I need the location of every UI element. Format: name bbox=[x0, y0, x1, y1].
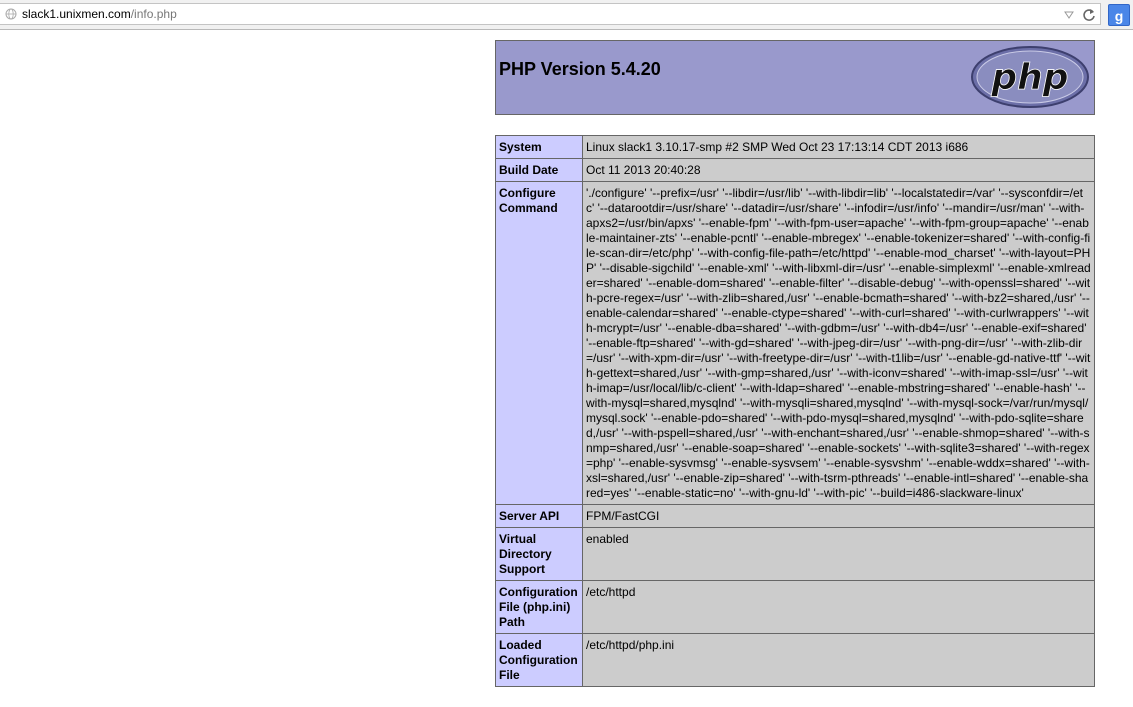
browser-toolbar: slack1.unixmen.com/info.php g bbox=[0, 0, 1133, 30]
row-label: Configuration File (php.ini) Path bbox=[495, 580, 583, 634]
row-label: System bbox=[495, 135, 583, 159]
table-row: Configure Command './configure' '--prefix… bbox=[495, 181, 1095, 505]
row-value: Linux slack1 3.10.17-smp #2 SMP Wed Oct … bbox=[582, 135, 1095, 159]
table-row: Virtual Directory Support enabled bbox=[495, 527, 1095, 581]
url-path: /info.php bbox=[130, 7, 177, 21]
address-bar[interactable]: slack1.unixmen.com/info.php bbox=[0, 3, 1101, 25]
row-label: Build Date bbox=[495, 158, 583, 182]
row-label: Virtual Directory Support bbox=[495, 527, 583, 581]
row-value: Oct 11 2013 20:40:28 bbox=[582, 158, 1095, 182]
php-logo-text: php bbox=[990, 57, 1068, 98]
google-search-icon[interactable]: g bbox=[1108, 4, 1130, 26]
reload-icon[interactable] bbox=[1082, 8, 1096, 22]
row-value: FPM/FastCGI bbox=[582, 504, 1095, 528]
row-label: Configure Command bbox=[495, 181, 583, 505]
php-logo[interactable]: php bbox=[970, 45, 1090, 109]
php-version-header: PHP Version 5.4.20 php bbox=[495, 40, 1095, 115]
dropdown-icon[interactable] bbox=[1064, 11, 1074, 19]
globe-icon bbox=[5, 8, 17, 20]
page-title: PHP Version 5.4.20 bbox=[499, 59, 661, 79]
table-row: Configuration File (php.ini) Path/etc/ht… bbox=[495, 580, 1095, 634]
table-row: Server API FPM/FastCGI bbox=[495, 504, 1095, 528]
url-host: slack1.unixmen.com bbox=[22, 7, 131, 21]
table-row: Loaded Configuration File/etc/httpd/php.… bbox=[495, 633, 1095, 687]
row-value: enabled bbox=[582, 527, 1095, 581]
row-label: Loaded Configuration File bbox=[495, 633, 583, 687]
row-label: Server API bbox=[495, 504, 583, 528]
table-row: System Linux slack1 3.10.17-smp #2 SMP We… bbox=[495, 135, 1095, 159]
row-value: /etc/httpd/php.ini bbox=[582, 633, 1095, 687]
row-value: './configure' '--prefix=/usr' '--libdir=… bbox=[582, 181, 1095, 505]
phpinfo-page: PHP Version 5.4.20 php System Linux slack… bbox=[495, 40, 1095, 687]
row-value: /etc/httpd bbox=[582, 580, 1095, 634]
url-text[interactable]: slack1.unixmen.com/info.php bbox=[22, 7, 177, 22]
info-table: System Linux slack1 3.10.17-smp #2 SMP We… bbox=[495, 135, 1095, 687]
table-row: Build Date Oct 11 2013 20:40:28 bbox=[495, 158, 1095, 182]
